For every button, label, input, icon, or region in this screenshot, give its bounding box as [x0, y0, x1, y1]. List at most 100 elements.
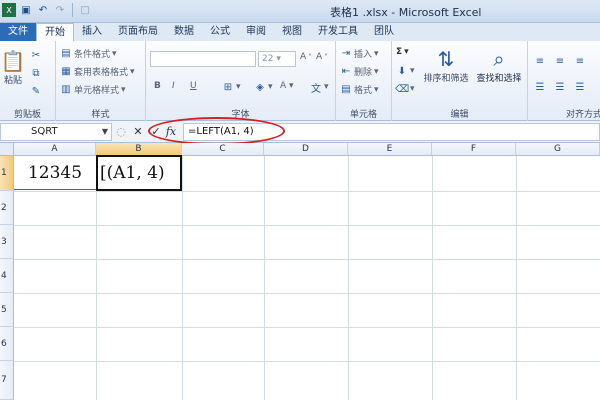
cut-button[interactable]: ✂ — [30, 49, 42, 61]
shrink-font-button[interactable]: A ˅ — [316, 52, 328, 62]
row-header-7[interactable]: 7 — [0, 361, 14, 400]
brush-icon: ✎ — [31, 85, 41, 97]
copy-icon: ⧉ — [32, 67, 40, 79]
sort-filter-button[interactable]: ⇅ 排序和筛选 — [420, 47, 472, 84]
sigma-icon: Σ — [396, 47, 403, 57]
format-painter-button[interactable]: ✎ — [30, 85, 42, 97]
tab-view[interactable]: 视图 — [274, 23, 310, 41]
excel-icon[interactable]: X — [2, 3, 16, 17]
copy-button[interactable]: ⧉ — [30, 67, 42, 79]
phonetic-icon: 文 — [311, 83, 321, 95]
table-format-button[interactable]: ▦ 套用表格格式 ▾ — [60, 65, 134, 78]
table-format-label: 套用表格格式 — [74, 68, 129, 78]
gridline — [264, 156, 265, 400]
redo-icon[interactable]: ↷ — [53, 3, 67, 17]
row-header-1[interactable]: 1 — [0, 156, 14, 191]
align-right-icon: ☰ — [575, 81, 585, 93]
highlight-oval — [148, 117, 285, 145]
worksheet[interactable]: A B C D E F G 1 2 3 4 5 6 7 12345 [(A1, … — [0, 143, 600, 400]
align-center-button[interactable]: ☰ — [554, 81, 566, 93]
gridline — [432, 156, 433, 400]
align-left-button[interactable]: ☰ — [534, 81, 546, 93]
underline-button[interactable]: U — [190, 81, 197, 91]
window-title: 表格1 .xlsx - Microsoft Excel — [330, 6, 482, 19]
font-size-box[interactable]: 22 ▾ — [258, 51, 296, 67]
insert-cells-label: 插入 — [354, 50, 373, 60]
font-name-box[interactable] — [150, 51, 256, 67]
new-icon[interactable]: □ — [78, 3, 92, 17]
format-cells-button[interactable]: ▤ 格式 ▾ — [340, 83, 378, 96]
fill-button[interactable]: ⬇ ▾ — [396, 65, 415, 77]
tab-file[interactable]: 文件 — [0, 23, 36, 41]
align-right-button[interactable]: ☰ — [574, 81, 586, 93]
cut-icon: ✂ — [31, 49, 41, 61]
name-box[interactable]: SQRT ▼ — [0, 123, 112, 141]
fill-color-button[interactable]: ◈ ▾ — [254, 81, 272, 93]
row-header-2[interactable]: 2 — [0, 191, 14, 225]
ribbon-tabs: 文件 开始 插入 页面布局 数据 公式 审阅 视图 开发工具 团队 — [0, 23, 600, 41]
gridline — [14, 225, 600, 226]
select-all-corner[interactable] — [0, 143, 14, 156]
gridline — [96, 156, 97, 400]
row-header-5[interactable]: 5 — [0, 293, 14, 327]
tab-home[interactable]: 开始 — [36, 23, 74, 41]
gridline — [14, 191, 600, 192]
grow-font-button[interactable]: A ˄ — [300, 52, 312, 62]
border-icon: ⊞ — [223, 81, 233, 93]
sort-filter-icon: ⇅ — [437, 47, 455, 71]
gridline — [14, 259, 600, 260]
quick-access-toolbar: X ▣ ↶ ↷ □ — [2, 3, 92, 17]
paste-label: 粘贴 — [3, 76, 22, 86]
column-header-a[interactable]: A — [14, 143, 96, 156]
eraser-icon: ⌫ — [394, 83, 410, 95]
gridline — [182, 156, 183, 400]
tab-page-layout[interactable]: 页面布局 — [110, 23, 166, 41]
clipboard-group: 📋 粘贴 ✂ ⧉ ✎ 剪贴板 — [0, 41, 56, 121]
column-header-f[interactable]: F — [432, 143, 516, 156]
conditional-format-button[interactable]: ▤ 条件格式 ▾ — [60, 47, 116, 60]
gridline — [516, 156, 517, 400]
editing-group-label: 编辑 — [450, 110, 469, 120]
paste-button[interactable]: 📋 粘贴 — [0, 49, 26, 86]
cell-a1[interactable]: 12345 — [14, 156, 96, 190]
tab-insert[interactable]: 插入 — [74, 23, 110, 41]
undo-icon[interactable]: ↶ — [36, 3, 50, 17]
bold-button[interactable]: B — [154, 81, 161, 91]
alignment-group-label: 对齐方式 — [566, 110, 600, 120]
delete-cells-icon: ⇤ — [341, 66, 351, 77]
column-header-g[interactable]: G — [516, 143, 600, 156]
qat-divider — [72, 3, 73, 17]
phonetic-button[interactable]: 文 ▾ — [310, 81, 329, 95]
borders-button[interactable]: ⊞ ▾ — [222, 81, 241, 93]
cell-styles-button[interactable]: ▥ 单元格样式 ▾ — [60, 83, 125, 96]
italic-button[interactable]: I — [172, 81, 175, 91]
cell-b1-editing[interactable]: [(A1, 4) — [96, 155, 182, 191]
fill-color-icon: ◈ — [256, 81, 264, 93]
cancel-formula-button[interactable]: ✕ — [131, 124, 145, 140]
save-icon[interactable]: ▣ — [19, 3, 33, 17]
tab-developer[interactable]: 开发工具 — [310, 23, 366, 41]
paste-icon: 📋 — [0, 49, 26, 73]
column-header-e[interactable]: E — [348, 143, 432, 156]
tab-data[interactable]: 数据 — [166, 23, 202, 41]
column-header-d[interactable]: D — [264, 143, 348, 156]
font-color-button[interactable]: A ▾ — [280, 81, 294, 91]
chevron-down-icon[interactable]: ▼ — [102, 124, 108, 140]
row-header-6[interactable]: 6 — [0, 327, 14, 361]
binoculars-icon: ⌕ — [493, 47, 505, 71]
insert-cells-button[interactable]: ⇥ 插入 ▾ — [340, 47, 379, 60]
autosum-button[interactable]: Σ ▾ — [396, 47, 409, 57]
tab-team[interactable]: 团队 — [366, 23, 402, 41]
align-middle-button[interactable]: ≡ — [554, 55, 566, 67]
delete-cells-button[interactable]: ⇤ 删除 ▾ — [340, 65, 379, 78]
column-header-c[interactable]: C — [182, 143, 264, 156]
tab-formulas[interactable]: 公式 — [202, 23, 238, 41]
clear-button[interactable]: ⌫ ▾ — [394, 83, 415, 95]
find-select-button[interactable]: ⌕ 查找和选择 — [472, 47, 526, 84]
tab-review[interactable]: 审阅 — [238, 23, 274, 41]
align-bottom-button[interactable]: ≡ — [574, 55, 586, 67]
row-header-3[interactable]: 3 — [0, 225, 14, 259]
name-box-value: SQRT — [31, 126, 58, 137]
align-top-button[interactable]: ≡ — [534, 55, 546, 67]
row-header-4[interactable]: 4 — [0, 259, 14, 293]
